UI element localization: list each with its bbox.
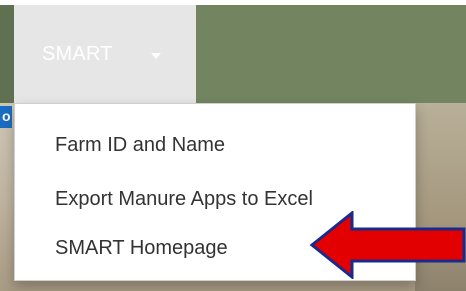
side-tab[interactable]: o (0, 106, 12, 128)
navbar-left-strip (0, 5, 14, 103)
side-tab-label: o (2, 108, 11, 124)
menu-item-export-manure-apps[interactable]: Export Manure Apps to Excel (55, 188, 313, 211)
red-arrow-icon (309, 211, 466, 279)
smart-menu-label: SMART (42, 43, 113, 65)
smart-menu-toggle[interactable]: SMART (14, 5, 196, 103)
caret-down-icon (151, 53, 161, 59)
menu-item-smart-homepage[interactable]: SMART Homepage (55, 237, 228, 260)
menu-item-farm-id-and-name[interactable]: Farm ID and Name (55, 134, 225, 157)
